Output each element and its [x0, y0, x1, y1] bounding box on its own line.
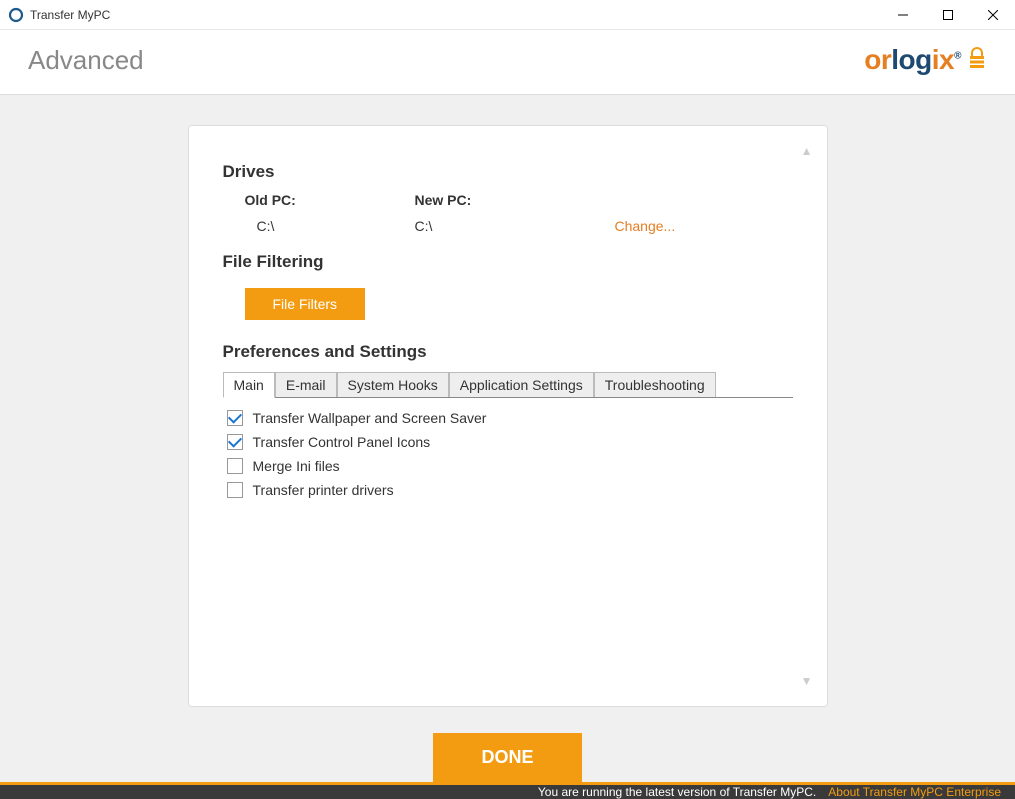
header: Advanced orlogix®	[0, 30, 1015, 95]
tab-main[interactable]: Main	[223, 372, 275, 398]
new-pc-drive: C:\	[415, 218, 615, 234]
scroll-up-icon[interactable]: ▲	[801, 144, 813, 158]
maximize-button[interactable]	[925, 0, 970, 30]
minimize-icon	[898, 10, 908, 20]
minimize-button[interactable]	[880, 0, 925, 30]
tab-application-settings[interactable]: Application Settings	[449, 372, 594, 397]
window-title: Transfer MyPC	[30, 8, 110, 22]
footer-status: You are running the latest version of Tr…	[538, 785, 816, 799]
option-label: Transfer Wallpaper and Screen Saver	[253, 410, 487, 426]
old-pc-drive: C:\	[245, 218, 415, 234]
option-printer-drivers: Transfer printer drivers	[227, 482, 793, 498]
checkbox-merge-ini[interactable]	[227, 458, 243, 474]
new-pc-header: New PC:	[415, 192, 615, 208]
old-pc-header: Old PC:	[245, 192, 415, 208]
window-controls	[880, 0, 1015, 30]
prefs-options: Transfer Wallpaper and Screen Saver Tran…	[227, 410, 793, 498]
close-button[interactable]	[970, 0, 1015, 30]
done-area: DONE	[433, 733, 581, 782]
close-icon	[988, 10, 998, 20]
footer: You are running the latest version of Tr…	[0, 782, 1015, 799]
tab-system-hooks[interactable]: System Hooks	[337, 372, 449, 397]
option-label: Transfer Control Panel Icons	[253, 434, 431, 450]
option-label: Transfer printer drivers	[253, 482, 394, 498]
option-control-panel: Transfer Control Panel Icons	[227, 434, 793, 450]
file-filters-button[interactable]: File Filters	[245, 288, 366, 320]
tab-email[interactable]: E-mail	[275, 372, 337, 397]
drive-row: C:\ C:\ Change...	[245, 218, 793, 234]
prefs-heading: Preferences and Settings	[223, 342, 793, 362]
prefs-tabs: Main E-mail System Hooks Application Set…	[223, 372, 793, 398]
tab-troubleshooting[interactable]: Troubleshooting	[594, 372, 716, 397]
scroll-down-icon[interactable]: ▼	[801, 674, 813, 688]
checkbox-wallpaper[interactable]	[227, 410, 243, 426]
option-wallpaper: Transfer Wallpaper and Screen Saver	[227, 410, 793, 426]
footer-about-link[interactable]: About Transfer MyPC Enterprise	[828, 785, 1001, 799]
titlebar-left: Transfer MyPC	[8, 7, 110, 23]
option-label: Merge Ini files	[253, 458, 340, 474]
lock-icon	[967, 47, 987, 74]
drives-table: Old PC: New PC: C:\ C:\ Change...	[245, 192, 793, 234]
logo-text: orlogix®	[864, 44, 961, 76]
change-link[interactable]: Change...	[615, 218, 676, 234]
page-title: Advanced	[28, 45, 144, 76]
drives-heading: Drives	[223, 162, 793, 182]
file-filtering-heading: File Filtering	[223, 252, 793, 272]
brand-logo: orlogix®	[864, 44, 987, 76]
content-area: ▲ ▼ Drives Old PC: New PC: C:\ C:\ Chang…	[0, 95, 1015, 782]
checkbox-control-panel[interactable]	[227, 434, 243, 450]
checkbox-printer-drivers[interactable]	[227, 482, 243, 498]
done-button[interactable]: DONE	[433, 733, 581, 782]
maximize-icon	[943, 10, 953, 20]
option-merge-ini: Merge Ini files	[227, 458, 793, 474]
titlebar: Transfer MyPC	[0, 0, 1015, 30]
settings-panel: ▲ ▼ Drives Old PC: New PC: C:\ C:\ Chang…	[188, 125, 828, 707]
app-icon	[8, 7, 24, 23]
